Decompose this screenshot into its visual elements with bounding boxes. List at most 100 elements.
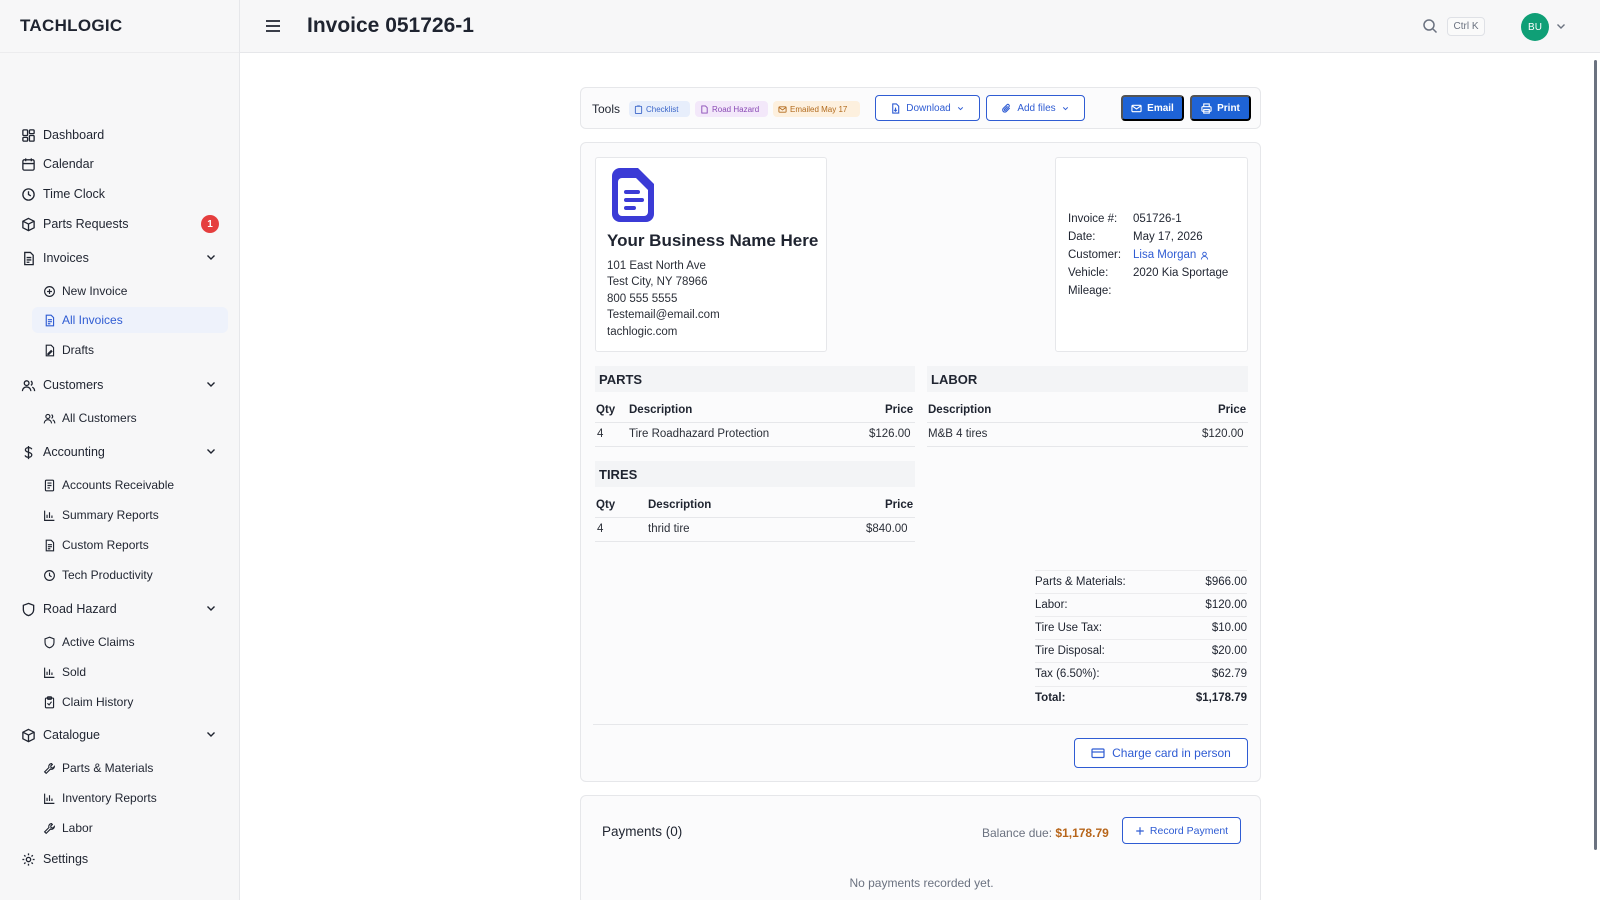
- sidebar-item-tech-productivity[interactable]: Tech Productivity: [0, 562, 240, 588]
- clock-icon: [42, 568, 56, 582]
- divider: [595, 541, 915, 542]
- summary-label: Tire Disposal:: [1035, 645, 1105, 657]
- labor-section-title: LABOR: [927, 366, 1248, 392]
- draft-icon: [42, 343, 56, 357]
- download-button-label: Download: [906, 102, 951, 114]
- chevron-down-icon[interactable]: [204, 444, 218, 458]
- sidebar-item-labor[interactable]: Labor: [0, 815, 240, 841]
- sidebar-item-summary-reports[interactable]: Summary Reports: [0, 502, 240, 528]
- sidebar-item-claim-history[interactable]: Claim History: [0, 689, 240, 715]
- sidebar-item-new-invoice[interactable]: New Invoice: [0, 278, 240, 304]
- sidebar-item-time-clock[interactable]: Time Clock: [0, 181, 240, 207]
- chevron-down-icon[interactable]: [1555, 20, 1567, 32]
- users-icon: [42, 411, 56, 425]
- search-icon[interactable]: [1422, 18, 1438, 34]
- download-button[interactable]: Download: [875, 95, 980, 121]
- sidebar-item-dashboard[interactable]: Dashboard: [0, 122, 240, 148]
- customer-name: Lisa Morgan: [1133, 249, 1197, 261]
- dollar-icon: [20, 444, 36, 460]
- sidebar-item-label: Labor: [62, 821, 93, 835]
- tires-col-description: Description: [648, 499, 712, 511]
- sidebar-item-sold[interactable]: Sold: [0, 659, 240, 685]
- invoice-vehicle-row: Vehicle: 2020 Kia Sportage: [1068, 267, 1228, 279]
- record-payment-button-label: Record Payment: [1149, 824, 1229, 837]
- sidebar-item-drafts[interactable]: Drafts: [0, 337, 240, 363]
- divider: [595, 517, 915, 518]
- sidebar-item-accounting[interactable]: Accounting: [0, 439, 240, 465]
- download-icon: [892, 102, 900, 114]
- print-button-label: Print: [1217, 102, 1240, 114]
- parts-col-description: Description: [629, 404, 693, 416]
- customer-link[interactable]: Lisa Morgan: [1133, 249, 1209, 261]
- wrench-icon: [42, 821, 56, 835]
- notification-badge: 1: [201, 215, 219, 233]
- business-address-line1: 101 East North Ave: [607, 260, 706, 272]
- record-payment-button[interactable]: Record Payment: [1122, 817, 1241, 844]
- sidebar-item-label: Parts & Materials: [62, 761, 154, 775]
- divider: [927, 422, 1248, 423]
- summary-label: Total:: [1035, 692, 1066, 704]
- sidebar-item-label: Dashboard: [43, 128, 105, 142]
- summary-row-tire-disposal: Tire Disposal: $20.00: [1035, 639, 1247, 662]
- business-name: Your Business Name Here: [607, 231, 819, 250]
- chevron-down-icon[interactable]: [204, 727, 218, 741]
- business-website: tachlogic.com: [607, 326, 678, 338]
- sidebar-item-road-hazard[interactable]: Road Hazard: [0, 596, 240, 622]
- clock-icon: [20, 186, 36, 202]
- labor-row-description: M&B 4 tires: [928, 428, 988, 440]
- divider: [595, 422, 915, 423]
- emailed-chip[interactable]: Emailed May 17: [773, 101, 860, 117]
- sidebar-item-calendar[interactable]: Calendar: [0, 151, 240, 177]
- sidebar-item-parts-requests[interactable]: Parts Requests 1: [0, 211, 240, 237]
- invoice-number-label: Invoice #:: [1068, 213, 1118, 225]
- tools-label: Tools: [592, 102, 621, 116]
- chevron-down-icon[interactable]: [204, 601, 218, 615]
- parts-col-price: Price: [885, 404, 914, 416]
- avatar[interactable]: BU: [1521, 13, 1549, 41]
- divider: [927, 446, 1248, 447]
- sidebar-item-inventory-reports[interactable]: Inventory Reports: [0, 785, 240, 811]
- email-button[interactable]: Email: [1121, 95, 1184, 121]
- invoice-mileage-row: Mileage:: [1068, 285, 1133, 297]
- sidebar-item-catalogue[interactable]: Catalogue: [0, 722, 240, 748]
- sidebar-item-customers[interactable]: Customers: [0, 372, 240, 398]
- document-icon: [701, 104, 708, 114]
- sidebar-item-label: All Invoices: [62, 313, 123, 327]
- chevron-down-icon[interactable]: [204, 377, 218, 391]
- print-button[interactable]: Print: [1190, 95, 1251, 121]
- chevron-down-icon: [1062, 106, 1068, 110]
- chevron-down-icon[interactable]: [204, 250, 218, 264]
- parts-row-description: Tire Roadhazard Protection: [629, 428, 770, 440]
- gear-icon: [20, 851, 36, 867]
- charge-card-button[interactable]: Charge card in person: [1074, 738, 1248, 768]
- scrollbar[interactable]: [1594, 60, 1597, 850]
- sidebar-item-parts-materials[interactable]: Parts & Materials: [0, 755, 240, 781]
- tires-col-qty: Qty: [596, 499, 616, 511]
- user-icon: [1201, 251, 1209, 260]
- users-icon: [20, 377, 36, 393]
- sidebar-item-settings[interactable]: Settings: [0, 846, 240, 872]
- hamburger-menu-icon[interactable]: [264, 17, 282, 35]
- add-files-button[interactable]: Add files: [986, 95, 1085, 121]
- sidebar-item-active-claims[interactable]: Active Claims: [0, 629, 240, 655]
- business-info-card: Your Business Name Here 101 East North A…: [595, 157, 827, 352]
- sidebar-item-invoices[interactable]: Invoices: [0, 245, 240, 271]
- sidebar-item-label: Road Hazard: [43, 602, 117, 616]
- invoice-document: Your Business Name Here 101 East North A…: [580, 142, 1261, 782]
- road-hazard-chip[interactable]: Road Hazard: [695, 101, 768, 117]
- sidebar-item-accounts-receivable[interactable]: Accounts Receivable: [0, 472, 240, 498]
- sidebar-item-custom-reports[interactable]: Custom Reports: [0, 532, 240, 558]
- checklist-chip[interactable]: Checklist: [629, 101, 690, 117]
- tools-bar: Tools Checklist Road Hazard Emailed May …: [580, 87, 1261, 129]
- tires-row-qty: 4: [597, 523, 604, 535]
- credit-card-icon: [1091, 748, 1105, 759]
- page-title: Invoice 051726-1: [307, 14, 474, 37]
- invoice-mileage-label: Mileage:: [1068, 285, 1112, 297]
- sidebar-item-label: Inventory Reports: [62, 791, 157, 805]
- sidebar-item-all-customers[interactable]: All Customers: [0, 405, 240, 431]
- brand-logo[interactable]: TACHLOGIC: [0, 0, 239, 53]
- labor-col-price: Price: [1218, 404, 1247, 416]
- printer-icon: [1201, 102, 1212, 114]
- sidebar-item-all-invoices[interactable]: All Invoices: [32, 307, 228, 333]
- invoice-meta-card: Invoice #: 051726-1 Date: May 17, 2026 C…: [1055, 157, 1248, 352]
